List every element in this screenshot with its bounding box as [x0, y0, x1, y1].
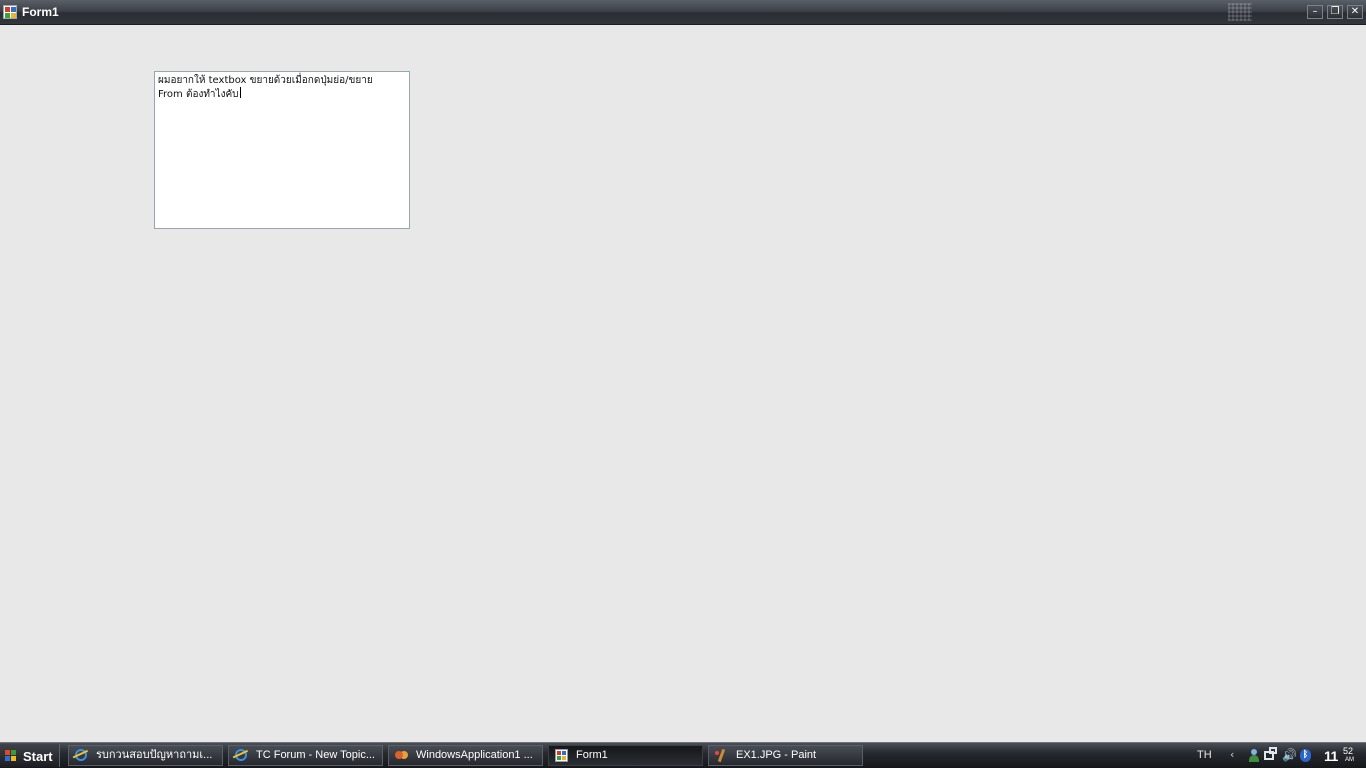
textbox-line-2: From ต้องทำไงคับ — [158, 87, 406, 101]
start-button[interactable]: Start — [0, 744, 60, 767]
textbox-line-2-text: From ต้องทำไงคับ — [158, 89, 239, 100]
bluetooth-icon[interactable]: ᛒ — [1300, 749, 1311, 762]
taskbar-item-visual-studio[interactable]: WindowsApplication1 ... — [388, 745, 543, 766]
internet-explorer-icon — [75, 749, 87, 761]
internet-explorer-icon — [235, 749, 247, 761]
desktop-screen: Form1 – ❐ ✕ ผมอยากให้ textbox ขยายด้วยเม… — [0, 0, 1366, 768]
paint-icon — [715, 749, 728, 762]
text-caret — [239, 87, 241, 98]
clock-hour[interactable]: 11 — [1324, 748, 1338, 764]
window-title: Form1 — [22, 5, 59, 19]
system-tray: ‹ 🔊 ᛒ 11 52 AM — [1224, 745, 1366, 767]
taskbar-item-paint[interactable]: EX1.JPG - Paint — [708, 745, 863, 766]
language-indicator[interactable]: TH — [1197, 749, 1212, 761]
windows-logo-icon — [5, 750, 17, 762]
textbox-line-1: ผมอยากให้ textbox ขยายด้วยเมื่อกดปุ่มย่อ… — [158, 75, 373, 86]
show-hidden-icons-chevron-icon[interactable]: ‹ — [1230, 748, 1234, 761]
minimize-button[interactable]: – — [1307, 5, 1323, 19]
form-app-icon[interactable] — [3, 5, 17, 19]
restore-button[interactable]: ❐ — [1327, 5, 1343, 19]
close-button[interactable]: ✕ — [1347, 5, 1363, 19]
visual-studio-icon — [395, 749, 408, 762]
taskbar-item-label: EX1.JPG - Paint — [736, 749, 817, 761]
user-status-icon[interactable] — [1248, 749, 1261, 762]
taskbar-item-tc-forum[interactable]: TC Forum - New Topic... — [228, 745, 383, 766]
taskbar-item-ie-thread[interactable]: รบกวนสอบปัญหาถามเ... — [68, 745, 223, 766]
taskbar-item-label: TC Forum - New Topic... — [256, 749, 375, 761]
title-pattern-decoration — [1228, 3, 1252, 21]
title-bar[interactable]: Form1 – ❐ ✕ — [0, 0, 1366, 25]
clock-ampm[interactable]: AM — [1345, 757, 1354, 763]
multiline-textbox[interactable]: ผมอยากให้ textbox ขยายด้วยเมื่อกดปุ่มย่อ… — [154, 71, 410, 229]
taskbar-item-label: รบกวนสอบปัญหาถามเ... — [96, 749, 213, 761]
clock-minute[interactable]: 52 — [1343, 746, 1353, 756]
form-icon — [555, 749, 568, 762]
taskbar-item-label: Form1 — [576, 749, 608, 761]
taskbar-item-label: WindowsApplication1 ... — [416, 749, 533, 761]
taskbar-item-form1[interactable]: Form1 — [548, 745, 703, 766]
volume-icon[interactable]: 🔊 — [1282, 749, 1297, 762]
taskbar: Start รบกวนสอบปัญหาถามเ... TC Forum - Ne… — [0, 742, 1366, 768]
start-label: Start — [23, 749, 53, 764]
network-icon[interactable] — [1264, 747, 1277, 760]
